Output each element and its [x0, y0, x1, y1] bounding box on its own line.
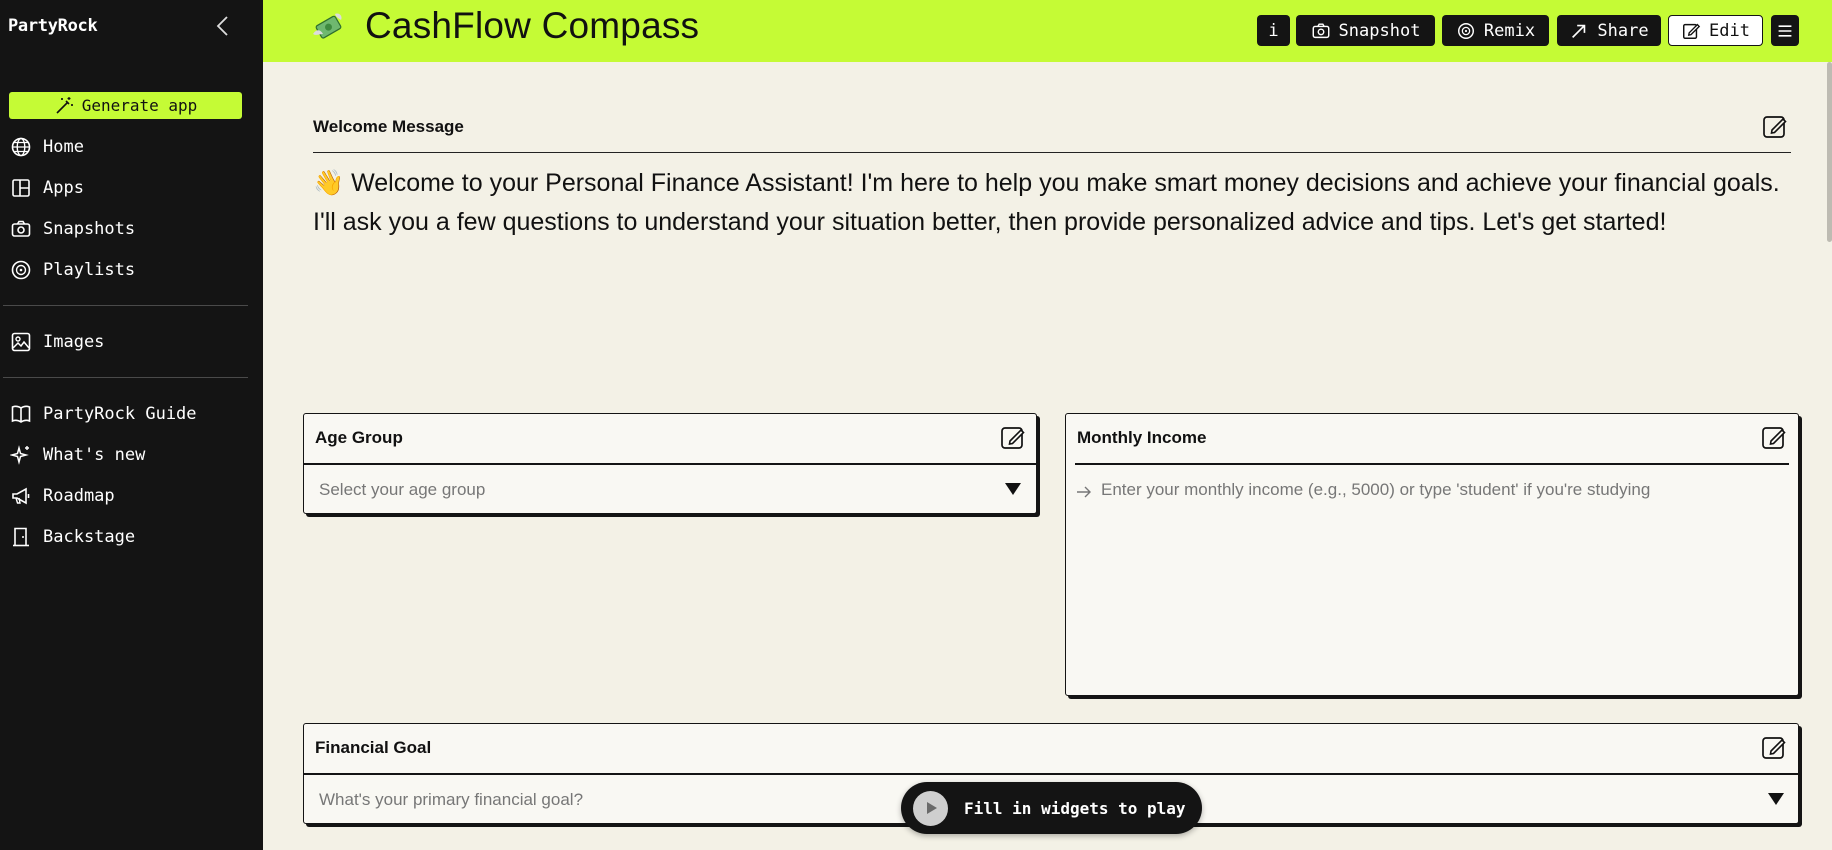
financial-goal-title: Financial Goal	[315, 738, 432, 757]
monthly-income-title: Monthly Income	[1077, 428, 1207, 447]
financial-goal-select[interactable]: What's your primary financial goal?	[319, 790, 583, 810]
edit-label: Edit	[1709, 20, 1750, 41]
money-with-wings-icon	[313, 13, 342, 39]
brand-logo[interactable]: PartyRock	[8, 16, 98, 36]
magic-wand-icon	[56, 96, 73, 114]
sidebar-item-apps[interactable]: Apps	[10, 174, 84, 202]
welcome-message-body: Welcome to your Personal Finance Assista…	[313, 169, 1780, 236]
info-button[interactable]: i	[1257, 15, 1290, 46]
welcome-edit-button[interactable]	[1762, 114, 1788, 140]
edit-icon	[1001, 427, 1025, 449]
sparkle-icon	[10, 445, 29, 465]
card-separator	[304, 463, 1036, 465]
welcome-divider	[313, 152, 1791, 153]
sidebar-item-snapshots[interactable]: Snapshots	[10, 215, 135, 243]
snapshot-button[interactable]: Snapshot	[1296, 15, 1435, 46]
app-title: CashFlow Compass	[365, 5, 700, 46]
sidebar-item-label: Playlists	[43, 260, 136, 280]
chevron-down-icon[interactable]	[1768, 793, 1784, 805]
chevron-down-icon[interactable]	[1005, 483, 1021, 495]
generate-app-button[interactable]: Generate app	[9, 92, 242, 119]
age-group-select[interactable]: Select your age group	[319, 480, 485, 500]
sidebar-item-playlists[interactable]: Playlists	[10, 256, 135, 284]
remix-icon	[1457, 22, 1474, 39]
hamburger-icon	[1778, 24, 1792, 37]
sidebar-item-home[interactable]: Home	[10, 133, 84, 161]
welcome-message-text: 👋 Welcome to your Personal Finance Assis…	[313, 164, 1803, 241]
layout-icon	[12, 179, 30, 197]
play-label: Fill in widgets to play	[964, 798, 1186, 818]
sidebar-item-label: Home	[43, 137, 84, 157]
sidebar-item-label: Apps	[43, 178, 84, 198]
info-label: i	[1268, 20, 1279, 41]
financial-goal-edit-button[interactable]	[1761, 735, 1787, 761]
sidebar-item-label: Backstage	[43, 527, 136, 547]
snapshot-label: Snapshot	[1338, 20, 1421, 41]
camera-icon	[1312, 22, 1330, 38]
play-button[interactable]: Fill in widgets to play	[901, 782, 1202, 834]
monthly-income-widget: Monthly Income Enter your monthly income…	[1065, 413, 1799, 696]
age-group-edit-button[interactable]	[1000, 425, 1026, 451]
playlist-icon	[11, 260, 31, 280]
edit-icon	[1762, 427, 1786, 449]
image-icon	[11, 332, 31, 352]
page-scrollbar[interactable]	[1827, 62, 1832, 242]
monthly-income-edit-button[interactable]	[1761, 425, 1787, 451]
megaphone-icon	[12, 487, 30, 505]
share-label: Share	[1597, 20, 1649, 41]
chevron-left-icon	[216, 16, 228, 36]
sidebar-item-whats-new[interactable]: What's new	[10, 441, 145, 469]
sidebar-item-label: Roadmap	[43, 486, 115, 506]
age-group-title: Age Group	[315, 428, 403, 447]
book-icon	[11, 405, 31, 423]
sidebar-item-backstage[interactable]: Backstage	[10, 523, 135, 551]
sidebar-item-label: PartyRock Guide	[43, 404, 197, 424]
camera-icon	[11, 220, 31, 237]
edit-icon	[1762, 737, 1786, 759]
sidebar-item-label: Snapshots	[43, 219, 136, 239]
sidebar-item-label: Images	[43, 332, 105, 352]
share-button[interactable]: Share	[1557, 15, 1661, 46]
welcome-message-label: Welcome Message	[313, 117, 464, 136]
arrow-right-icon	[1077, 486, 1091, 498]
sidebar-divider	[3, 377, 248, 378]
menu-button[interactable]	[1771, 15, 1799, 46]
sidebar-item-label: What's new	[43, 445, 146, 465]
app-header: CashFlow Compass i Snapshot Remix Share …	[263, 0, 1832, 62]
monthly-income-input[interactable]: Enter your monthly income (e.g., 5000) o…	[1101, 480, 1650, 500]
edit-icon	[1763, 116, 1787, 138]
collapse-sidebar-button[interactable]	[210, 14, 234, 38]
sidebar-divider	[3, 305, 248, 306]
edit-button[interactable]: Edit	[1668, 15, 1763, 46]
remix-label: Remix	[1483, 20, 1536, 41]
age-group-widget: Age Group Select your age group	[303, 413, 1037, 514]
card-separator	[304, 773, 1798, 775]
sidebar-item-images[interactable]: Images	[10, 328, 104, 356]
play-icon	[913, 790, 948, 826]
sidebar-item-roadmap[interactable]: Roadmap	[10, 482, 115, 510]
card-separator	[1075, 463, 1789, 465]
door-icon	[13, 527, 29, 547]
remix-button[interactable]: Remix	[1442, 15, 1549, 46]
edit-icon	[1683, 23, 1701, 39]
arrow-right-icon	[1572, 24, 1586, 38]
waving-hand-icon: 👋	[313, 169, 345, 197]
sidebar-item-partyrock-guide[interactable]: PartyRock Guide	[10, 400, 197, 428]
generate-app-label: Generate app	[81, 96, 198, 115]
sidebar: PartyRock Generate app Home Apps Snapsho…	[0, 0, 263, 850]
globe-icon	[11, 137, 31, 157]
